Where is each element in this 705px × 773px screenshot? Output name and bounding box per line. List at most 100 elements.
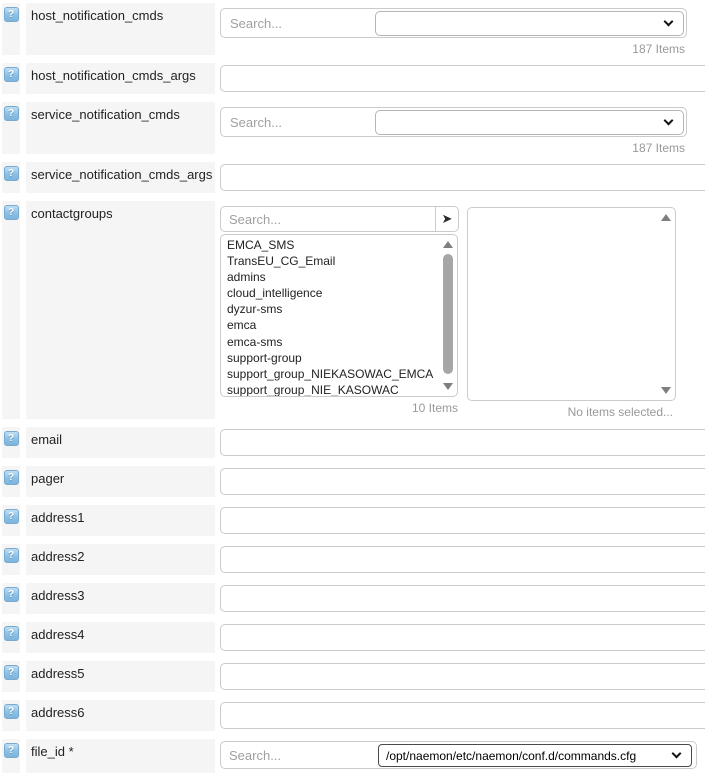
field-label: host_notification_cmds: [26, 3, 215, 55]
form-row: ? file_id * /opt/naemon/etc/naemon/conf.…: [2, 739, 705, 773]
help-icon-cell: ?: [2, 544, 20, 575]
form-row: ? pager: [2, 466, 705, 497]
help-icon[interactable]: ?: [4, 626, 19, 641]
list-option[interactable]: admins: [227, 269, 457, 285]
field-content: 187 Items: [220, 3, 705, 55]
text-field[interactable]: [220, 65, 705, 92]
field-content: /opt/naemon/etc/naemon/conf.d/commands.c…: [220, 739, 705, 773]
help-icon-cell: ?: [2, 201, 20, 419]
field-content: [220, 162, 705, 193]
scroll-down-icon[interactable]: [661, 387, 671, 394]
text-field[interactable]: [220, 546, 705, 573]
scroll-down-icon[interactable]: [443, 383, 453, 390]
help-icon[interactable]: ?: [4, 548, 19, 563]
chevron-down-icon: [664, 116, 674, 126]
form-row: ? address4: [2, 622, 705, 653]
field-label: file_id *: [26, 739, 215, 773]
help-icon-cell: ?: [2, 427, 20, 458]
help-icon-cell: ?: [2, 622, 20, 653]
chevron-down-icon: [672, 749, 682, 759]
help-icon[interactable]: ?: [4, 67, 19, 82]
help-icon-cell: ?: [2, 63, 20, 94]
help-icon-cell: ?: [2, 700, 20, 731]
chevron-down-icon: [664, 17, 674, 27]
items-count: 187 Items: [220, 141, 685, 155]
help-icon[interactable]: ?: [4, 509, 19, 524]
form-row: ? address2: [2, 544, 705, 575]
text-field[interactable]: [220, 702, 705, 729]
field-label: pager: [26, 466, 215, 497]
scrollbar[interactable]: [441, 237, 455, 394]
dropdown-selected-value: /opt/naemon/etc/naemon/conf.d/commands.c…: [386, 749, 636, 763]
help-icon[interactable]: ?: [4, 743, 19, 758]
form-row: ? service_notification_cmds_args: [2, 162, 705, 193]
field-label: address5: [26, 661, 215, 692]
text-field[interactable]: [220, 429, 705, 456]
scrollbar-thumb[interactable]: [443, 254, 453, 374]
contact-config-form: ? host_notification_cmds 187 Items ? hos…: [0, 0, 705, 773]
help-icon[interactable]: ?: [4, 431, 19, 446]
help-icon-cell: ?: [2, 661, 20, 692]
no-items-selected-text: No items selected...: [467, 405, 673, 419]
help-icon-cell: ?: [2, 3, 20, 55]
field-content: [220, 583, 705, 614]
list-option[interactable]: support_group_NIEKASOWAC_EMCA: [227, 366, 457, 382]
search-input[interactable]: [220, 206, 436, 232]
move-right-button[interactable]: ➤: [435, 206, 459, 232]
help-icon[interactable]: ?: [4, 106, 19, 121]
list-option[interactable]: TransEU_CG_Email: [227, 253, 457, 269]
list-option[interactable]: support-group: [227, 350, 457, 366]
dropdown-select[interactable]: [375, 11, 684, 36]
field-label: address1: [26, 505, 215, 536]
selected-listbox[interactable]: [467, 207, 676, 401]
field-label: address6: [26, 700, 215, 731]
dropdown-select[interactable]: [375, 110, 684, 135]
text-field[interactable]: [220, 507, 705, 534]
field-content: 187 Items: [220, 102, 705, 154]
form-row: ? address6: [2, 700, 705, 731]
field-label: address2: [26, 544, 215, 575]
form-row: ? address5: [2, 661, 705, 692]
scroll-up-icon[interactable]: [661, 214, 671, 221]
field-content: ➤ EMCA_SMSTransEU_CG_Emailadminscloud_in…: [220, 201, 705, 419]
help-icon-cell: ?: [2, 102, 20, 154]
text-field[interactable]: [220, 468, 705, 495]
help-icon[interactable]: ?: [4, 205, 19, 220]
field-content: [220, 700, 705, 731]
options-listbox[interactable]: EMCA_SMSTransEU_CG_Emailadminscloud_inte…: [220, 234, 458, 397]
text-field[interactable]: [220, 663, 705, 690]
text-field[interactable]: [220, 164, 705, 191]
list-option[interactable]: cloud_intelligence: [227, 285, 457, 301]
file-dropdown-select[interactable]: /opt/naemon/etc/naemon/conf.d/commands.c…: [378, 744, 692, 767]
field-content: [220, 622, 705, 653]
field-content: [220, 466, 705, 497]
field-label: service_notification_cmds: [26, 102, 215, 154]
field-content: [220, 505, 705, 536]
help-icon[interactable]: ?: [4, 166, 19, 181]
help-icon[interactable]: ?: [4, 587, 19, 602]
field-content: [220, 427, 705, 458]
list-option[interactable]: emca: [227, 317, 457, 333]
form-row: ? service_notification_cmds 187 Items: [2, 102, 705, 154]
help-icon[interactable]: ?: [4, 665, 19, 680]
help-icon[interactable]: ?: [4, 704, 19, 719]
list-option[interactable]: emca-sms: [227, 334, 457, 350]
field-label: address3: [26, 583, 215, 614]
text-field[interactable]: [220, 585, 705, 612]
list-option[interactable]: EMCA_SMS: [227, 237, 457, 253]
help-icon[interactable]: ?: [4, 470, 19, 485]
form-row: ? contactgroups ➤ EMCA_SMSTransEU_CG_Ema…: [2, 201, 705, 419]
scroll-up-icon[interactable]: [443, 241, 453, 248]
help-icon[interactable]: ?: [4, 7, 19, 22]
text-field[interactable]: [220, 624, 705, 651]
field-label: host_notification_cmds_args: [26, 63, 215, 94]
list-option[interactable]: support_group_NIE_KASOWAC: [227, 382, 457, 397]
scrollbar[interactable]: [659, 210, 673, 398]
field-label: email: [26, 427, 215, 458]
help-icon-cell: ?: [2, 505, 20, 536]
form-row: ? address1: [2, 505, 705, 536]
help-icon-cell: ?: [2, 583, 20, 614]
list-option[interactable]: dyzur-sms: [227, 301, 457, 317]
field-label: address4: [26, 622, 215, 653]
form-row: ? host_notification_cmds_args: [2, 63, 705, 94]
